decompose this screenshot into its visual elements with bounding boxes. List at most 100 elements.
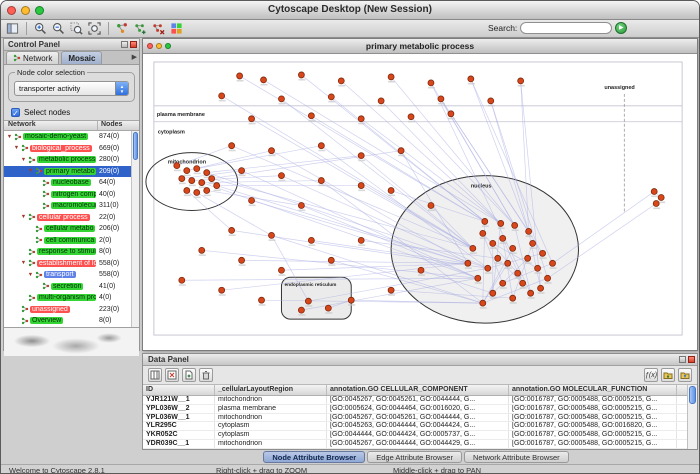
network-node[interactable] [468, 76, 474, 82]
network-node[interactable] [219, 287, 225, 293]
tree-item-nucleobase[interactable]: nucleobase64(0) [4, 177, 131, 189]
network-node[interactable] [482, 218, 488, 224]
network-node[interactable] [510, 295, 516, 301]
tree-item-cellular-process[interactable]: ▼cellular process22(0) [4, 212, 131, 224]
network-node[interactable] [465, 260, 471, 266]
network-node[interactable] [308, 237, 314, 243]
zoom-in-icon[interactable] [33, 21, 48, 36]
network-node[interactable] [428, 80, 434, 86]
network-node[interactable] [249, 116, 255, 122]
network-node[interactable] [298, 72, 304, 78]
expand-toggle-icon[interactable]: ▼ [20, 260, 27, 266]
network-node[interactable] [209, 176, 215, 182]
window-titlebar[interactable]: Cytoscape Desktop (New Session) [1, 1, 699, 20]
network-node[interactable] [204, 188, 210, 194]
panel-toggle-icon[interactable] [5, 21, 20, 36]
network-node[interactable] [328, 94, 334, 100]
network-node[interactable] [174, 163, 180, 169]
import-network-icon[interactable] [115, 21, 130, 36]
network-node[interactable] [408, 114, 414, 120]
table-row[interactable]: YKR052Ccytoplasm[GO:0044444, GO:0044424,… [143, 431, 697, 440]
network-node[interactable] [318, 143, 324, 149]
column-header-id[interactable]: ID [143, 385, 215, 395]
network-node[interactable] [653, 201, 659, 207]
network-node[interactable] [535, 265, 541, 271]
network-node[interactable] [658, 195, 664, 201]
tree-item-biological-process[interactable]: ▼biological_process669(0) [4, 143, 131, 155]
network-node[interactable] [651, 189, 657, 195]
network-node[interactable] [512, 222, 518, 228]
network-node[interactable] [278, 173, 284, 179]
network-canvas[interactable]: plasma membranecytoplasmmitochondrionnuc… [143, 54, 697, 350]
network-node[interactable] [358, 183, 364, 189]
table-row[interactable]: YPL036W__2plasma membrane[GO:0005624, GO… [143, 405, 697, 414]
expand-toggle-icon[interactable]: ▼ [6, 134, 13, 140]
network-node[interactable] [318, 178, 324, 184]
expand-toggle-icon[interactable]: ▼ [20, 157, 27, 163]
tab-mosaic[interactable]: Mosaic [61, 51, 102, 64]
table-row[interactable]: YLR295Ccytoplasm[GO:0045263, GO:0044444,… [143, 422, 697, 431]
network-node[interactable] [249, 198, 255, 204]
search-input[interactable] [520, 22, 612, 34]
tree-scrollbar-thumb[interactable] [133, 132, 138, 160]
network-node[interactable] [518, 78, 524, 84]
close-panel-icon[interactable] [130, 41, 137, 48]
network-node[interactable] [194, 190, 200, 196]
network-node[interactable] [189, 178, 195, 184]
network-node[interactable] [298, 202, 304, 208]
network-node[interactable] [184, 188, 190, 194]
network-edge[interactable] [207, 191, 302, 206]
network-node[interactable] [438, 96, 444, 102]
network-node[interactable] [328, 257, 334, 263]
table-scrollbar-thumb[interactable] [689, 386, 696, 404]
network-node[interactable] [269, 148, 275, 154]
node-color-dropdown[interactable]: transporter activity ▲▼ [14, 81, 129, 96]
expand-toggle-icon[interactable]: ▼ [27, 168, 34, 174]
network-node[interactable] [398, 148, 404, 154]
float-panel-icon[interactable] [679, 356, 686, 363]
tree-item-secretion[interactable]: secretion41(0) [4, 281, 131, 293]
table-row[interactable]: YDR039C__1mitochondrion[GO:0045267, GO:0… [143, 440, 697, 449]
network-node[interactable] [540, 250, 546, 256]
network-node[interactable] [505, 260, 511, 266]
tab-network[interactable]: Network [6, 51, 59, 64]
network-edge[interactable] [240, 76, 485, 222]
network-node[interactable] [510, 245, 516, 251]
network-node[interactable] [239, 257, 245, 263]
network-edge[interactable] [212, 151, 401, 179]
network-node[interactable] [388, 287, 394, 293]
tree-item-cell-communica[interactable]: cell communica2(0) [4, 235, 131, 247]
select-nodes-checkbox[interactable]: ✓ [11, 108, 20, 117]
network-node[interactable] [214, 183, 220, 189]
clear-attributes-icon[interactable] [165, 368, 179, 382]
network-node[interactable] [278, 267, 284, 273]
network-frame-titlebar[interactable]: primary metabolic process [143, 39, 697, 54]
network-node[interactable] [179, 277, 185, 283]
export-attributes-icon[interactable] [678, 368, 692, 382]
network-svg[interactable]: plasma membranecytoplasmmitochondrionnuc… [143, 54, 697, 350]
network-node[interactable] [179, 176, 185, 182]
network-node[interactable] [500, 280, 506, 286]
import-attributes-icon[interactable] [661, 368, 675, 382]
expand-toggle-icon[interactable]: ▼ [13, 145, 20, 151]
close-panel-icon[interactable] [688, 356, 695, 363]
network-node[interactable] [525, 255, 531, 261]
tree-item-cellular-metabo[interactable]: cellular metabo206(0) [4, 223, 131, 235]
network-node[interactable] [348, 297, 354, 303]
network-node[interactable] [550, 260, 556, 266]
tree-scrollbar[interactable] [131, 131, 139, 327]
expand-toggle-icon[interactable]: ▼ [27, 272, 34, 278]
network-node[interactable] [545, 275, 551, 281]
select-attributes-icon[interactable] [148, 368, 162, 382]
network-node[interactable] [485, 265, 491, 271]
tab-edge-attribute-browser[interactable]: Edge Attribute Browser [367, 451, 462, 463]
network-node[interactable] [358, 237, 364, 243]
network-node[interactable] [261, 77, 267, 83]
network-node[interactable] [530, 240, 536, 246]
network-node[interactable] [538, 285, 544, 291]
new-attribute-icon[interactable] [182, 368, 196, 382]
zoom-fit-icon[interactable] [87, 21, 102, 36]
network-node[interactable] [378, 98, 384, 104]
network-edge[interactable] [222, 96, 473, 248]
network-node[interactable] [219, 93, 225, 99]
